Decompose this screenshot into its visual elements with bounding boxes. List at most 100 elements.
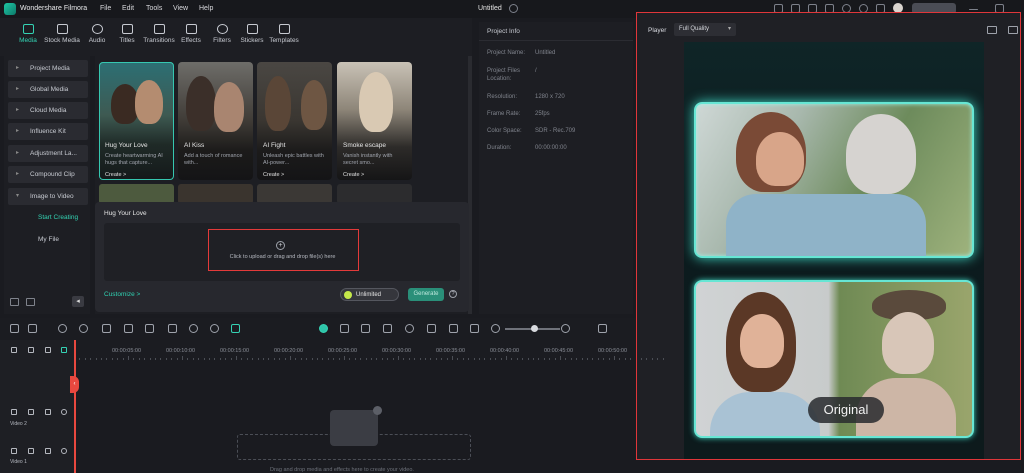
snap-icon[interactable]	[61, 347, 67, 353]
template-card-ai-kiss[interactable]: AI Kiss Add a touch of romance with...	[178, 62, 253, 180]
unlimited-badge[interactable]: Unlimited	[340, 288, 399, 301]
zoom-in-icon[interactable]	[561, 324, 570, 333]
template-thumbnail	[186, 76, 216, 131]
audio-icon	[91, 24, 103, 34]
new-folder-icon[interactable]	[10, 298, 19, 306]
sidebar-item-image-to-video[interactable]: ▾ Image to Video	[8, 188, 88, 205]
ruler-tick	[101, 358, 102, 360]
ai-tools-icon[interactable]	[210, 324, 219, 333]
sidebar-item-compound-clip[interactable]: ▸ Compound Clip	[8, 166, 88, 183]
sidebar-item-influence-kit[interactable]: ▸ Influence Kit	[8, 123, 88, 140]
upload-highlight	[208, 229, 359, 271]
menu-file[interactable]: File	[100, 5, 111, 12]
ruler-tick	[311, 358, 313, 360]
cut-icon[interactable]	[124, 324, 133, 333]
zoom-slider-handle[interactable]	[531, 325, 538, 332]
sidebar-item-cloud-media[interactable]: ▸ Cloud Media	[8, 102, 88, 119]
card-create-link[interactable]: Create >	[343, 172, 364, 178]
shield-icon[interactable]	[340, 324, 349, 333]
template-card-row2[interactable]	[99, 184, 174, 204]
menu-edit[interactable]: Edit	[122, 5, 134, 12]
media-placeholder-icon	[330, 410, 378, 446]
text-icon[interactable]	[145, 324, 154, 333]
pip-icon[interactable]	[470, 324, 479, 333]
template-card-ai-fight[interactable]: AI Fight Unleash epic battles with AI-po…	[257, 62, 332, 180]
mask-icon[interactable]	[383, 324, 392, 333]
volume-icon[interactable]	[45, 409, 51, 415]
card-create-link[interactable]: Create >	[105, 172, 126, 178]
split-icon[interactable]	[361, 324, 370, 333]
delete-icon[interactable]	[102, 324, 111, 333]
add-track-icon[interactable]	[11, 347, 17, 353]
audio-track-icon[interactable]	[45, 347, 51, 353]
layout-icon[interactable]	[10, 324, 19, 333]
card-create-link[interactable]: Create >	[263, 172, 284, 178]
sidebar-item-project-media[interactable]: ▸ Project Media	[8, 60, 88, 77]
redo-icon[interactable]	[79, 324, 88, 333]
template-card-hug-your-love[interactable]: Hug Your Love Create heartwarming AI hug…	[99, 62, 174, 180]
person-figure	[726, 194, 926, 256]
template-card-smoke-escape[interactable]: Smoke escape Vanish instantly with secre…	[337, 62, 412, 180]
image-icon[interactable]	[1008, 26, 1018, 34]
speed-icon[interactable]	[189, 324, 198, 333]
minimize-icon[interactable]	[969, 9, 978, 10]
folder-icon[interactable]	[28, 448, 34, 454]
generate-button[interactable]: Generate	[408, 288, 444, 301]
ruler-tick	[435, 358, 437, 360]
snapshot-icon[interactable]	[449, 324, 458, 333]
template-card-row2[interactable]	[337, 184, 412, 204]
template-card-row2[interactable]	[178, 184, 253, 204]
link-icon[interactable]	[231, 324, 240, 333]
ruler-tick	[549, 358, 551, 360]
eye-icon[interactable]	[61, 409, 67, 415]
help-icon[interactable]: ?	[449, 290, 457, 298]
menu-tools[interactable]: Tools	[146, 5, 162, 12]
quality-select[interactable]: Full Quality ▾	[674, 23, 736, 36]
folder-icon[interactable]	[28, 409, 34, 415]
tab-stickers[interactable]: Stickers	[234, 24, 270, 44]
cloud-status-icon[interactable]	[509, 4, 518, 13]
ruler-tick	[381, 358, 383, 360]
grid-view-icon[interactable]	[598, 324, 607, 333]
tab-media[interactable]: Media	[10, 24, 46, 44]
preview-canvas: Original	[684, 42, 984, 460]
sidebar-item-global-media[interactable]: ▸ Global Media	[8, 81, 88, 98]
media-track-icon[interactable]	[28, 347, 34, 353]
menu-help[interactable]: Help	[199, 5, 213, 12]
tab-templates[interactable]: Templates	[266, 24, 302, 44]
ruler-tick	[360, 358, 362, 360]
tab-titles[interactable]: Titles	[109, 24, 145, 44]
menu-view[interactable]: View	[173, 5, 188, 12]
chevron-right-icon: ▸	[16, 171, 20, 177]
render-icon[interactable]	[319, 324, 328, 333]
sidebar-item-start-creating[interactable]: Start Creating	[38, 214, 78, 221]
ruler-tick	[392, 358, 394, 360]
tab-transitions[interactable]: Transitions	[141, 24, 177, 44]
folder-icon[interactable]	[26, 298, 35, 306]
timecode: 00:00:10:00	[166, 348, 196, 354]
sidebar-item-my-file[interactable]: My File	[38, 236, 59, 243]
zoom-out-icon[interactable]	[491, 324, 500, 333]
crop-icon[interactable]	[168, 324, 177, 333]
playhead[interactable]	[74, 340, 76, 473]
customize-link[interactable]: Customize >	[104, 291, 140, 298]
template-card-row2[interactable]	[257, 184, 332, 204]
time-ruler[interactable]: 00:00:05:00 00:00:10:00 00:00:15:00 00:0…	[74, 340, 664, 360]
stickers-icon	[246, 24, 258, 34]
subtitle-icon[interactable]	[427, 324, 436, 333]
microphone-icon[interactable]	[405, 324, 414, 333]
select-tool-icon[interactable]	[28, 324, 37, 333]
sidebar-item-adjustment-layer[interactable]: ▸ Adjustment La...	[8, 145, 88, 162]
add-icon[interactable]: +	[276, 241, 285, 250]
eye-icon[interactable]	[61, 448, 67, 454]
tab-stock-media[interactable]: Stock Media	[44, 24, 80, 44]
ruler-tick	[95, 358, 97, 360]
undo-icon[interactable]	[58, 324, 67, 333]
volume-icon[interactable]	[45, 448, 51, 454]
snapshot-icon[interactable]	[987, 26, 997, 34]
collapse-sidebar-button[interactable]: ◂	[72, 296, 84, 307]
effects-icon	[185, 24, 197, 34]
original-badge: Original	[808, 397, 884, 423]
playhead-handle[interactable]: ‹	[70, 376, 79, 393]
ruler-tick	[479, 358, 480, 360]
